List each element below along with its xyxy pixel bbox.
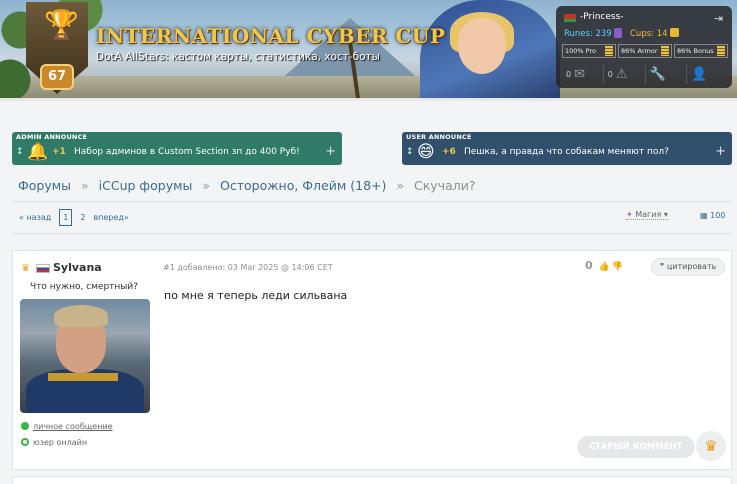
announce-tag: USER ANNOUNCE <box>406 133 472 141</box>
post-rating: 0 👍 👎 <box>585 259 623 272</box>
profile-actions: 0 ✉ 0 ⚠ 🔧 👤 <box>562 64 728 84</box>
header-banner: 🏆 67 INTERNATIONAL CYBER CUP DotA AllSta… <box>0 0 737 98</box>
per-page-selector[interactable]: ▦ 100 <box>700 211 725 220</box>
runes-counter[interactable]: Runes: 239 <box>564 28 623 39</box>
stat-bar-icon <box>661 46 669 56</box>
prev-page-link[interactable]: « назад <box>19 213 51 222</box>
profile-button[interactable]: 👤 <box>687 64 728 84</box>
stat-pro: 100% Pro <box>562 44 616 58</box>
cups-counter[interactable]: Cups: 14 <box>630 28 680 39</box>
stat-bonus: 86% Bonus <box>674 44 728 58</box>
post-body: по мне я теперь леди сильвана <box>164 289 348 302</box>
add-announce-button[interactable]: + <box>715 144 726 159</box>
magic-icon: ✦ <box>626 210 633 219</box>
breadcrumb-iccup-forums[interactable]: iCCup форумы <box>99 178 193 193</box>
vote-arrows-icon[interactable]: ↕ <box>406 147 414 157</box>
divider <box>12 233 732 234</box>
message-icon <box>21 422 29 430</box>
banner-character-art <box>380 0 570 98</box>
pagination: « назад 1 2 вперед» <box>19 208 137 226</box>
admin-announce[interactable]: ADMIN ANNOUNCE ↕ 🔔 +1 Набор админов в Cu… <box>12 132 342 165</box>
crown-button[interactable]: ♛ <box>696 431 726 461</box>
announce-points: +6 <box>442 147 456 157</box>
profile-username[interactable]: -Princess- <box>580 12 624 22</box>
header-divider <box>0 98 737 101</box>
stat-armor: 86% Armor <box>618 44 672 58</box>
coin-icon <box>670 28 680 37</box>
country-flag-icon <box>36 264 50 273</box>
messages-button[interactable]: 0 ✉ <box>562 64 604 84</box>
add-announce-button[interactable]: + <box>325 144 336 159</box>
logout-icon[interactable]: ⇥ <box>714 12 723 25</box>
breadcrumb-current: Скучали? <box>414 178 476 193</box>
level-badge: 67 <box>40 64 74 90</box>
site-subtitle: DotA AllStars: кастом карты, статистика,… <box>96 51 380 63</box>
crown-icon: ♛ <box>21 263 30 274</box>
user-status: Что нужно, смертный? <box>29 282 139 292</box>
grid-icon: ▦ <box>700 211 708 220</box>
settings-button[interactable]: 🔧 <box>646 64 688 84</box>
country-flag-icon <box>564 14 576 22</box>
crown-icon: ♛ <box>704 437 718 455</box>
profile-panel: -Princess- ⇥ Runes: 239 Cups: 14 100% Pr… <box>556 6 732 88</box>
stat-bar-icon <box>605 46 613 56</box>
envelope-icon: ✉ <box>574 66 585 82</box>
announce-tag: ADMIN ANNOUNCE <box>16 133 88 141</box>
breadcrumb-separator: » <box>81 178 89 193</box>
profile-stats: 100% Pro 86% Armor 86% Bonus <box>562 44 728 58</box>
announce-text[interactable]: Пешка, а правда что собакам меняют пол? <box>464 147 669 157</box>
warnings-button[interactable]: 0 ⚠ <box>604 64 646 84</box>
private-message-link[interactable]: личное сообщение <box>21 422 113 431</box>
forum-post: ♛ Sylvana Что нужно, смертный? личное со… <box>12 250 732 470</box>
vote-arrows-icon[interactable]: ↕ <box>16 147 24 157</box>
breadcrumb-flame[interactable]: Осторожно, Флейм (18+) <box>220 178 386 193</box>
divider <box>12 201 732 202</box>
thumbs-up-icon[interactable]: 👍 <box>599 262 610 272</box>
user-announce[interactable]: USER ANNOUNCE ↕ 😄 +6 Пешка, а правда что… <box>402 132 732 165</box>
chevron-down-icon: ▾ <box>663 210 668 219</box>
rune-icon <box>614 28 623 38</box>
level-trophy[interactable]: 🏆 67 <box>26 2 88 94</box>
breadcrumb-separator: » <box>396 178 405 193</box>
wrench-icon: 🔧 <box>649 66 666 82</box>
announce-points: +1 <box>52 147 66 157</box>
online-icon <box>21 438 29 446</box>
sort-dropdown[interactable]: ✦ Магия ▾ <box>626 210 668 220</box>
warning-icon: ⚠ <box>615 66 628 82</box>
breadcrumb-separator: » <box>202 178 211 193</box>
page-2-link[interactable]: 2 <box>80 213 85 222</box>
next-post <box>12 476 732 484</box>
old-comment-button[interactable]: СТАРЫЙ КОММЕНТ <box>577 436 695 458</box>
avatar[interactable] <box>20 299 150 413</box>
announce-text[interactable]: Набор админов в Custom Section зп до 400… <box>74 147 300 157</box>
site-title[interactable]: INTERNATIONAL CYBER CUP <box>96 24 445 48</box>
thumbs-down-icon[interactable]: 👎 <box>612 262 623 272</box>
user-icon: 👤 <box>691 66 708 82</box>
trophy-icon: 🏆 <box>44 8 79 41</box>
post-author[interactable]: Sylvana <box>53 261 102 274</box>
current-page: 1 <box>59 208 73 226</box>
online-status: юзер онлайн <box>21 438 87 447</box>
bell-icon: 🔔 <box>27 142 49 162</box>
breadcrumb-forums[interactable]: Форумы <box>18 178 71 193</box>
smiley-icon: 😄 <box>417 142 435 162</box>
quote-icon: ❞ <box>660 262 665 271</box>
next-page-link[interactable]: вперед» <box>93 213 128 222</box>
stat-bar-icon <box>717 46 725 56</box>
breadcrumb: Форумы » iCCup форумы » Осторожно, Флейм… <box>18 178 475 193</box>
quote-button[interactable]: ❞ цитировать <box>651 258 726 276</box>
post-meta: #1 добавлено: 03 Mar 2025 @ 14:06 CET <box>163 263 333 272</box>
